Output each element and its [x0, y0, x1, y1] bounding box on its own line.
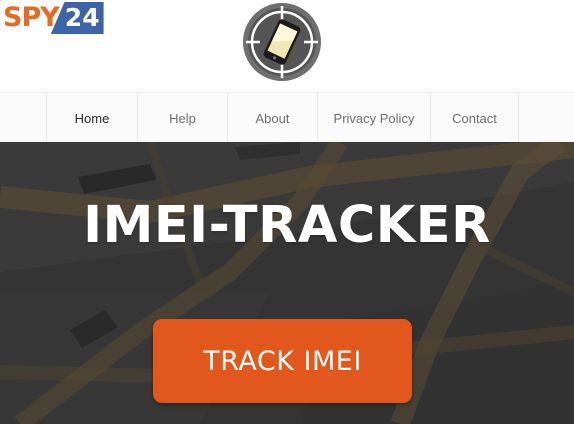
- logo-text: SPY: [3, 2, 60, 33]
- hero-banner: IMEI-TRACKER TRACK IMEI: [0, 142, 574, 424]
- site-header: SPY 24: [0, 0, 574, 92]
- nav-help[interactable]: Help: [137, 93, 227, 143]
- hero-title: IMEI-TRACKER: [83, 196, 491, 255]
- main-navigation: Home Help About Privacy Policy Contact: [0, 92, 574, 143]
- spy24-logo[interactable]: SPY 24: [0, 2, 104, 34]
- phone-target-icon[interactable]: [242, 2, 322, 82]
- nav-home[interactable]: Home: [46, 93, 137, 143]
- nav-privacy-policy[interactable]: Privacy Policy: [317, 93, 430, 143]
- nav-menu: Home Help About Privacy Policy Contact: [46, 93, 519, 143]
- nav-contact[interactable]: Contact: [430, 93, 519, 143]
- nav-about[interactable]: About: [227, 93, 317, 143]
- track-imei-button[interactable]: TRACK IMEI: [153, 319, 412, 403]
